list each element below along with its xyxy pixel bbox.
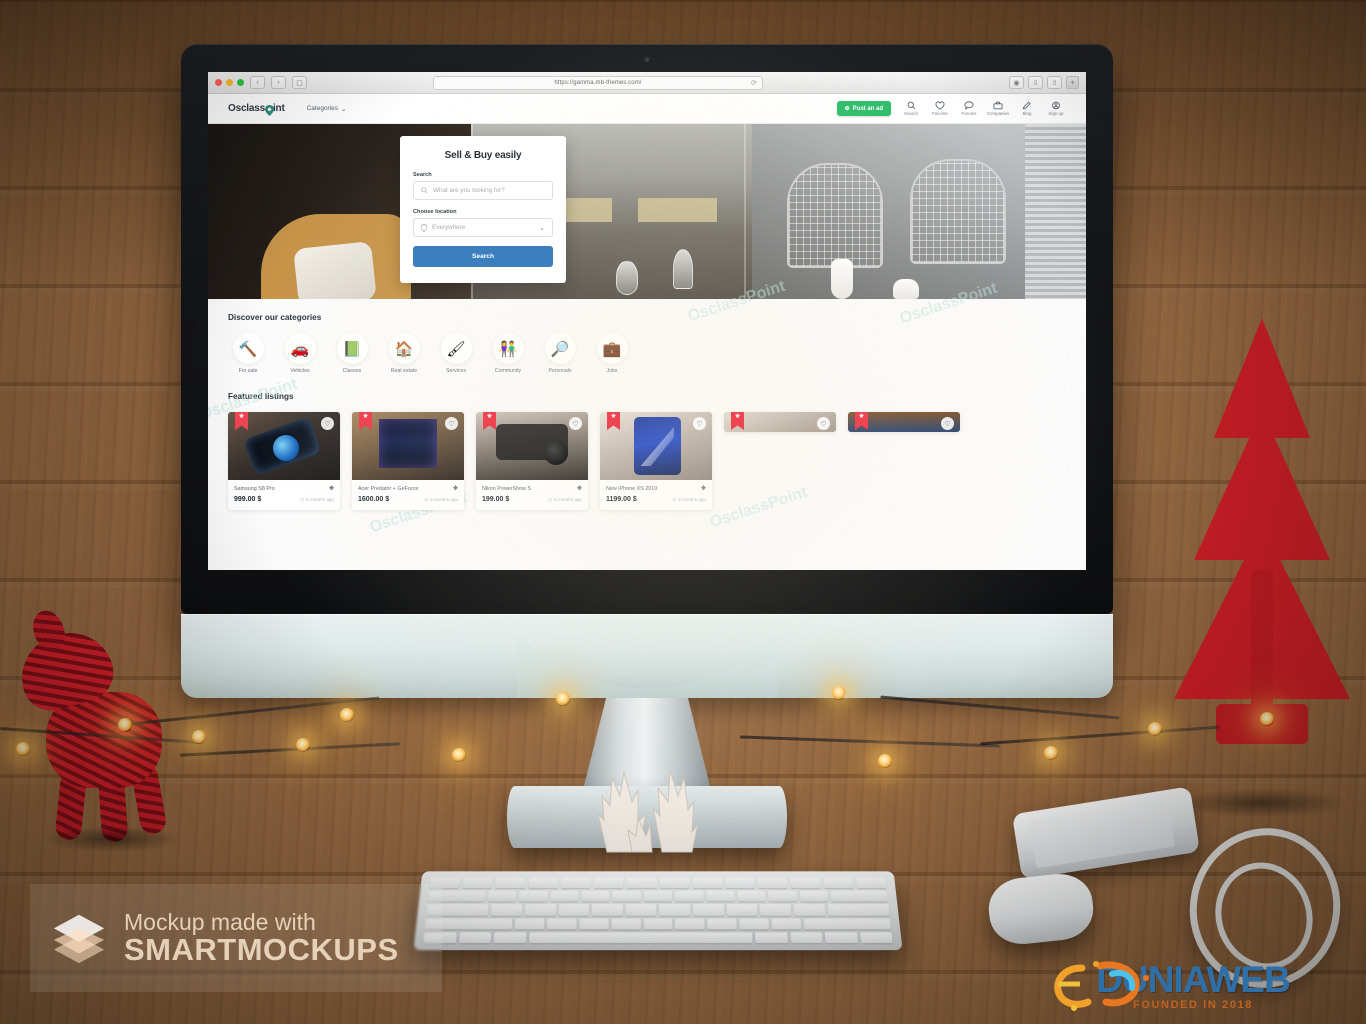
smartmockups-watermark: Mockup made with SMARTMOCKUPS (30, 884, 442, 992)
location-select[interactable]: Everywhere ⌄ (413, 218, 553, 237)
smartmockups-line2: SMARTMOCKUPS (124, 931, 399, 967)
favorite-icon[interactable]: ♡ (321, 417, 334, 430)
search-input[interactable]: What are you looking for? (413, 181, 553, 200)
hero-search-card: Sell & Buy easily Search What are you lo… (400, 136, 566, 283)
smartmockups-line1: Mockup made with (124, 908, 316, 935)
smartmockups-text: Mockup made with SMARTMOCKUPS (124, 910, 399, 967)
chevron-down-icon: ⌄ (539, 224, 545, 232)
location-value: Everywhere (432, 224, 466, 231)
favorite-icon[interactable]: ♡ (817, 417, 830, 430)
location-field-label: Choose location (413, 209, 457, 215)
duniaweb-swirl-icon (1054, 961, 1149, 1011)
favorite-icon[interactable]: ♡ (569, 417, 582, 430)
favorite-icon[interactable]: ♡ (941, 417, 954, 430)
hero-search-button[interactable]: Search (413, 246, 553, 267)
location-pin-icon (421, 223, 427, 232)
favorite-icon[interactable]: ♡ (445, 417, 458, 430)
search-icon (421, 187, 428, 194)
favorite-icon[interactable]: ♡ (693, 417, 706, 430)
scene-vignette (0, 0, 1366, 1024)
hero-title: Sell & Buy easily (444, 150, 522, 161)
smartmockups-logo-icon (53, 914, 105, 964)
duniaweb-watermark: DUNIAWEB FOUNDED IN 2018 (1028, 954, 1358, 1018)
search-placeholder: What are you looking for? (433, 187, 505, 194)
search-field-label: Search (413, 172, 432, 178)
